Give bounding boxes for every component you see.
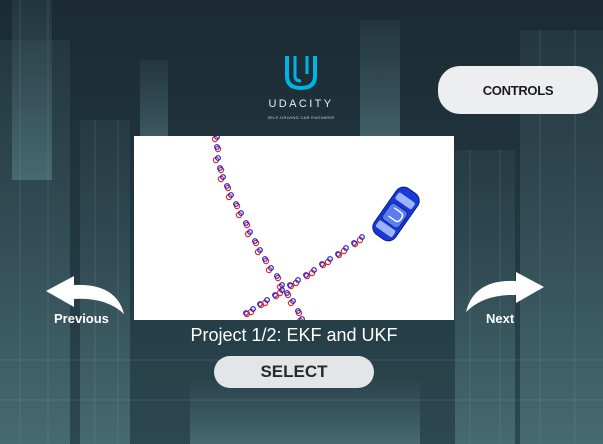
measurement-marker <box>303 272 311 280</box>
udacity-logo: UDACITY SELF-DRIVING CAR ENGINEER <box>246 54 356 120</box>
measurement-marker <box>335 251 343 259</box>
project-preview-image <box>134 136 454 320</box>
brand-name: UDACITY <box>268 98 334 110</box>
car-icon <box>372 186 420 242</box>
next-label: Next <box>486 311 515 326</box>
project-title: Project 1/2: EKF and UKF <box>190 325 398 345</box>
udacity-u-logo-icon <box>285 56 317 91</box>
measurement-marker <box>287 282 295 290</box>
measurement-marker <box>319 261 327 269</box>
next-button[interactable] <box>462 270 546 316</box>
curved-arrow-left-icon <box>46 276 124 314</box>
previous-button[interactable] <box>44 274 128 316</box>
previous-label: Previous <box>54 311 109 326</box>
controls-button[interactable]: CONTROLS <box>438 66 598 114</box>
curved-arrow-right-icon <box>466 272 544 312</box>
brand-subtitle: SELF-DRIVING CAR ENGINEER <box>267 115 335 120</box>
measurement-marker <box>351 240 359 248</box>
tracking-plot <box>211 136 420 320</box>
select-button[interactable]: SELECT <box>214 356 374 388</box>
